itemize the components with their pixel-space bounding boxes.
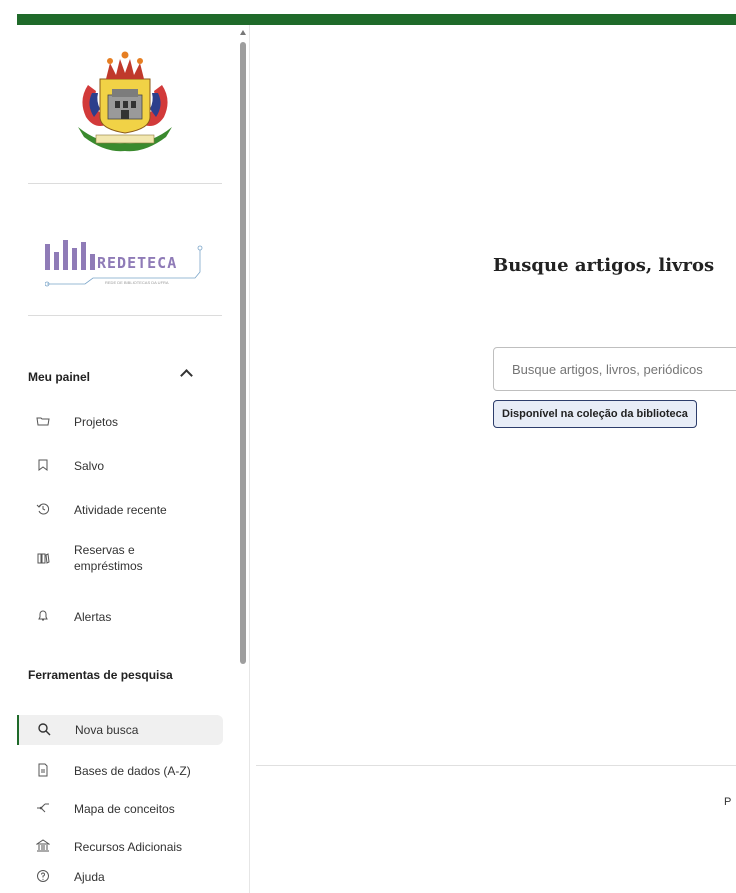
help-icon (37, 870, 49, 882)
bookmark-icon (38, 459, 48, 471)
panel-heading[interactable]: Meu painel (28, 370, 90, 384)
logo-text: REDETECA (97, 254, 178, 272)
sidebar-item-label: Salvo (74, 459, 105, 473)
sidebar-item-label: Mapa de conceitos (74, 802, 175, 816)
scroll-up-arrow-icon[interactable] (240, 30, 246, 35)
sidebar-item-projetos[interactable]: Projetos (18, 407, 222, 437)
sidebar-item-nova-busca[interactable]: Nova busca (17, 715, 223, 745)
sidebar-item-recursos-adicionais[interactable]: Recursos Adicionais (18, 832, 222, 862)
tools-heading: Ferramentas de pesquisa (28, 668, 173, 682)
sidebar-item-bases-de-dados[interactable]: Bases de dados (A-Z) (18, 756, 222, 786)
sidebar-item-salvo[interactable]: Salvo (18, 451, 222, 481)
books-icon (37, 553, 50, 564)
library-building-icon (36, 839, 50, 852)
history-icon (36, 503, 49, 515)
sidebar-item-ajuda[interactable]: Ajuda (18, 862, 222, 892)
sidebar-divider (28, 315, 222, 316)
folder-icon (36, 417, 50, 426)
search-input[interactable] (510, 361, 736, 378)
document-icon (38, 763, 48, 777)
sidebar-item-mapa-de-conceitos[interactable]: Mapa de conceitos (18, 794, 222, 824)
scrollbar-thumb[interactable] (240, 42, 246, 664)
logo-subtitle: REDE DE BIBLIOTECAS DA UFRA (105, 280, 169, 285)
sidebar-item-label: Atividade recente (74, 503, 167, 517)
top-green-bar (17, 14, 736, 25)
sidebar-item-label: Reservas e empréstimos (74, 543, 143, 573)
bell-icon (38, 610, 48, 621)
sidebar-item-alertas[interactable]: Alertas (18, 602, 222, 632)
sidebar-item-label: Projetos (74, 415, 119, 429)
sidebar-item-label: Bases de dados (A-Z) (74, 764, 191, 778)
footer-divider (256, 765, 736, 766)
footer-text: P (724, 796, 732, 808)
sidebar-item-reservas[interactable]: Reservas e empréstimos (18, 540, 222, 573)
sidebar-divider (28, 183, 222, 184)
redeteca-logo: REDETECA REDE DE BIBLIOTECAS DA UFRA (45, 232, 205, 292)
coat-of-arms-logo (78, 51, 172, 152)
sidebar-item-atividade-recente[interactable]: Atividade recente (18, 495, 222, 525)
library-collection-filter[interactable]: Disponível na coleção da biblioteca (493, 400, 697, 428)
search-box[interactable] (493, 347, 736, 391)
concept-map-icon (37, 803, 49, 813)
sidebar-item-label: Ajuda (74, 870, 105, 884)
page-title: Busque artigos, livros (493, 255, 715, 276)
sidebar-item-label: Recursos Adicionais (74, 840, 183, 854)
sidebar-item-label: Nova busca (75, 723, 139, 737)
search-icon (38, 723, 51, 736)
sidebar-item-label: Alertas (74, 610, 112, 624)
